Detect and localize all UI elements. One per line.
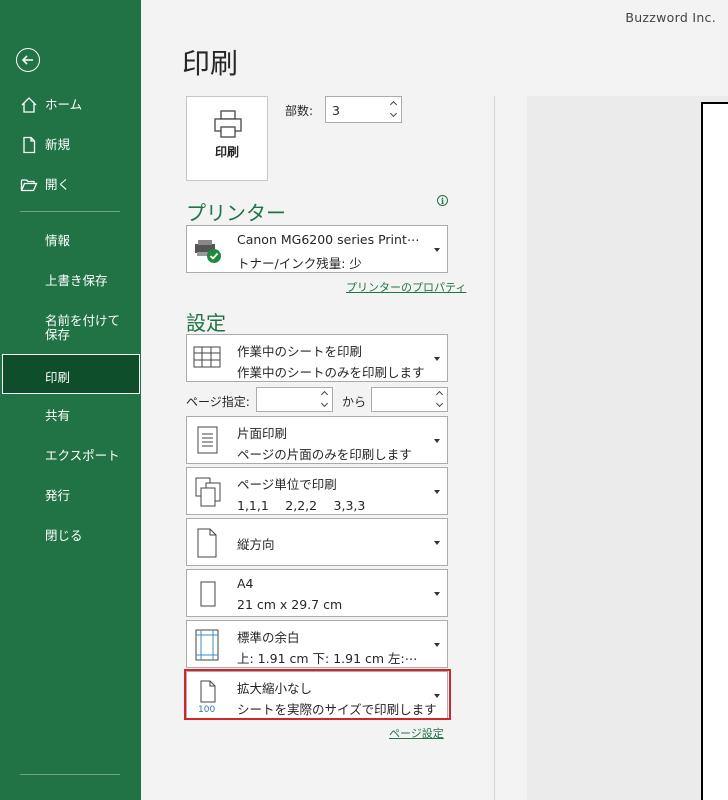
chevron-up-icon[interactable] (435, 389, 445, 400)
nav-share[interactable]: 共有 (0, 407, 141, 425)
orientation-dropdown[interactable]: 縦方向 (186, 518, 448, 566)
paper-size-title: A4 (237, 576, 254, 591)
sheet-grid-icon (193, 346, 221, 368)
nav-info-label: 情報 (45, 233, 71, 248)
chevron-up-icon[interactable] (320, 389, 330, 400)
print-what-desc: 作業中のシートのみを印刷します (237, 365, 425, 380)
new-document-icon (23, 136, 36, 154)
nav-home[interactable]: ホーム (0, 96, 141, 114)
printer-properties-link[interactable]: プリンターのプロパティ (346, 279, 466, 295)
collation-title: ページ単位で印刷 (237, 477, 337, 492)
chevron-down-icon[interactable] (320, 400, 330, 411)
caret-down-icon (434, 592, 440, 596)
margins-dropdown[interactable]: 標準の余白 上: 1.91 cm 下: 1.91 cm 左:⋯ (186, 620, 448, 668)
collation-dropdown[interactable]: ページ単位で印刷 1,1,1 2,2,2 3,3,3 (186, 467, 448, 515)
print-what-title: 作業中のシートを印刷 (237, 344, 363, 359)
collation-desc: 1,1,1 2,2,2 3,3,3 (237, 498, 366, 513)
printer-status: トナー/インク残量: 少 (237, 256, 362, 271)
paper-size-dropdown[interactable]: A4 21 cm x 29.7 cm (186, 569, 448, 617)
nav-close-label: 閉じる (45, 528, 83, 543)
page-setup-link[interactable]: ページ設定 (389, 725, 444, 741)
nav-open[interactable]: 開く (0, 176, 141, 194)
back-button[interactable] (16, 48, 40, 72)
margins-desc: 上: 1.91 cm 下: 1.91 cm 左:⋯ (237, 651, 418, 666)
collated-pages-icon (195, 477, 221, 507)
pages-from-spin-arrows[interactable] (320, 389, 330, 411)
backstage-sidebar: ホーム 新規 開く 情報 上書き保存 名前を付けて保存 印刷 共有 エクスポート… (0, 0, 141, 800)
print-button-label: 印刷 (214, 145, 239, 159)
pages-to-spin-arrows[interactable] (435, 389, 445, 411)
nav-print-label: 印刷 (45, 370, 71, 385)
watermark: Buzzword Inc. (625, 10, 716, 25)
printer-icon (214, 110, 242, 138)
home-icon (21, 97, 37, 113)
nav-save[interactable]: 上書き保存 (0, 272, 141, 290)
page-title: 印刷 (182, 47, 239, 80)
nav-home-label: ホーム (45, 97, 83, 112)
printer-heading: プリンター (186, 201, 286, 225)
caret-down-icon (434, 490, 440, 494)
sides-dropdown[interactable]: 片面印刷 ページの片面のみを印刷します (186, 416, 448, 464)
printer-ready-icon (195, 240, 221, 263)
copies-label: 部数: (285, 104, 314, 118)
print-preview-area (527, 96, 728, 800)
pages-label: ページ指定: (186, 395, 250, 409)
pages-from-stepper[interactable] (256, 387, 333, 412)
nav-new[interactable]: 新規 (0, 136, 141, 154)
back-arrow-icon (21, 55, 33, 65)
caret-down-icon (434, 357, 440, 361)
orientation-title: 縦方向 (237, 537, 275, 552)
nav-print[interactable]: 印刷 (2, 354, 140, 394)
nav-open-label: 開く (45, 177, 71, 192)
sides-title: 片面印刷 (237, 426, 288, 441)
nav-publish-label: 発行 (45, 488, 71, 503)
chevron-up-icon[interactable] (389, 99, 399, 110)
caret-down-icon (434, 541, 440, 545)
printer-name: Canon MG6200 series Print⋯ (237, 232, 420, 247)
portrait-page-icon (197, 528, 217, 558)
chevron-down-icon[interactable] (389, 110, 399, 121)
nav-share-label: 共有 (45, 408, 71, 423)
highlight-box (184, 669, 451, 720)
open-folder-icon (20, 179, 38, 192)
pages-to-stepper[interactable] (371, 387, 448, 412)
paper-size-icon (200, 581, 216, 607)
caret-down-icon (434, 439, 440, 443)
print-what-dropdown[interactable]: 作業中のシートを印刷 作業中のシートのみを印刷します (186, 334, 448, 382)
margins-icon (195, 629, 219, 661)
nav-separator (20, 211, 120, 212)
pages-to-label: から (342, 395, 367, 409)
nav-export[interactable]: エクスポート (0, 447, 141, 465)
caret-down-icon (434, 643, 440, 647)
nav-close[interactable]: 閉じる (0, 527, 141, 545)
nav-save-as-label: 名前を付けて保存 (45, 313, 121, 342)
paper-size-desc: 21 cm x 29.7 cm (237, 597, 343, 612)
info-icon[interactable]: i (437, 195, 448, 206)
print-button[interactable]: 印刷 (186, 96, 268, 181)
printer-dropdown[interactable]: Canon MG6200 series Print⋯ トナー/インク残量: 少 (186, 225, 448, 273)
settings-heading: 設定 (186, 311, 226, 335)
margins-title: 標準の余白 (237, 630, 300, 645)
chevron-down-icon[interactable] (435, 400, 445, 411)
nav-export-label: エクスポート (45, 448, 120, 463)
nav-info[interactable]: 情報 (0, 232, 141, 250)
preview-page (701, 102, 728, 800)
copies-stepper[interactable]: 3 (325, 96, 402, 123)
copies-value: 3 (332, 103, 340, 118)
one-sided-page-icon (197, 426, 218, 454)
sides-desc: ページの片面のみを印刷します (237, 447, 412, 462)
nav-new-label: 新規 (45, 137, 71, 152)
nav-save-label: 上書き保存 (45, 273, 108, 288)
copies-spin-arrows[interactable] (389, 99, 399, 121)
nav-save-as[interactable]: 名前を付けて保存 (0, 312, 141, 344)
panel-divider (494, 96, 495, 800)
caret-down-icon (434, 248, 440, 252)
nav-separator (20, 774, 120, 775)
nav-publish[interactable]: 発行 (0, 487, 141, 505)
